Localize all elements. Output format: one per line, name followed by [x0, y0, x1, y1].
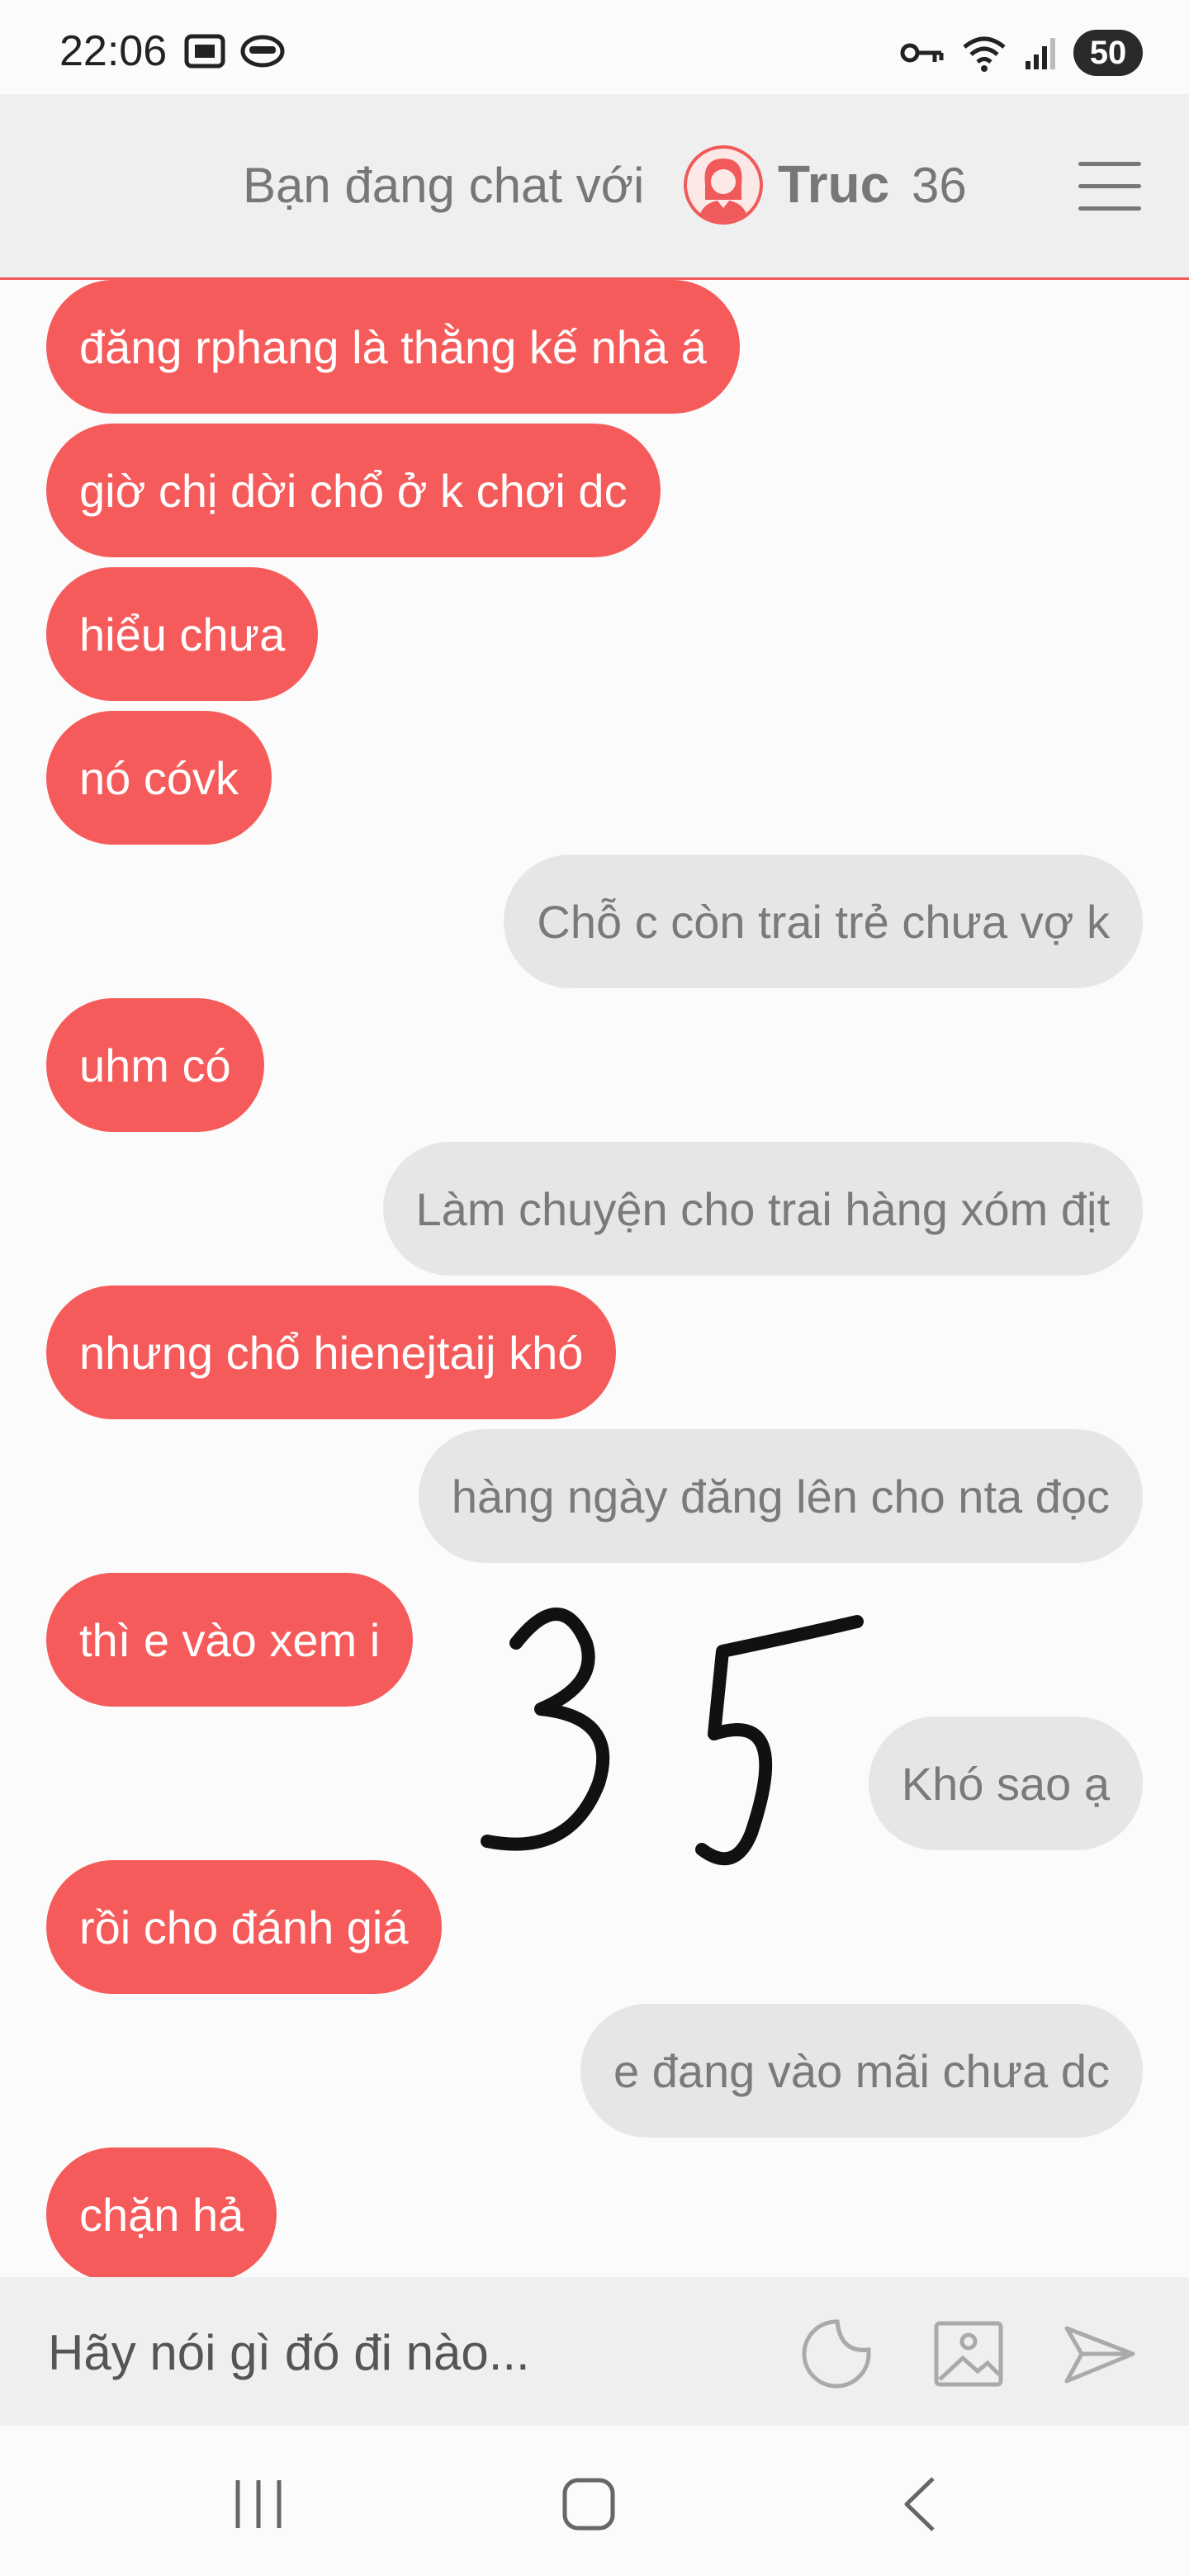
handwritten-scribble — [481, 1608, 864, 1866]
system-nav-bar — [0, 2426, 1189, 2576]
contact-count: 36 — [912, 158, 967, 213]
chat-header: Bạn đang chat với Truc 36 — [0, 94, 1189, 280]
user-avatar-icon — [699, 159, 748, 221]
battery-badge: 50 — [1073, 30, 1143, 76]
message-bubble-incoming[interactable]: rồi cho đánh giá — [46, 1860, 442, 1994]
status-icons-right: 50 — [900, 30, 1143, 76]
status-icons-left — [183, 33, 286, 69]
message-bubble-incoming[interactable]: uhm có — [46, 998, 264, 1132]
message-bubble-incoming[interactable]: nhưng chổ hienejtaij khó — [46, 1286, 617, 1419]
message-bubble-outgoing[interactable]: Làm chuyện cho trai hàng xóm địt — [382, 1142, 1143, 1276]
message-bubble-incoming[interactable]: chặn hả — [46, 2147, 277, 2278]
message-bubble-outgoing[interactable]: Khó sao ạ — [868, 1717, 1143, 1850]
status-time: 22:06 — [59, 27, 168, 75]
input-bar — [0, 2277, 1189, 2426]
message-bubble-outgoing[interactable]: hàng ngày đăng lên cho nta đọc — [418, 1429, 1143, 1563]
message-bubble-incoming[interactable]: đăng rphang là thằng kế nhà á — [46, 280, 740, 414]
image-icon[interactable] — [931, 2317, 1006, 2391]
message-bubble-incoming[interactable]: thì e vào xem i — [46, 1573, 414, 1707]
vpn-key-icon — [900, 43, 944, 63]
message-bubble-incoming[interactable]: giờ chị dời chổ ở k chơi dc — [46, 424, 661, 557]
back-icon[interactable] — [883, 2474, 958, 2535]
message-bubble-incoming[interactable]: hiểu chưa — [46, 567, 319, 701]
home-icon[interactable] — [552, 2474, 626, 2535]
recent-apps-icon[interactable] — [221, 2474, 296, 2535]
avatar[interactable] — [684, 145, 763, 225]
header-prefix: Bạn đang chat với — [243, 158, 645, 213]
screenshot-icon — [184, 34, 225, 69]
message-bubble-outgoing[interactable]: Chỗ c còn trai trẻ chưa vợ k — [504, 855, 1143, 988]
wifi-icon — [963, 36, 1006, 72]
sticker-icon[interactable] — [799, 2317, 874, 2391]
message-list[interactable]: đăng rphang là thằng kế nhà á giờ chị dờ… — [0, 280, 1189, 2278]
menu-icon[interactable] — [1078, 162, 1141, 211]
signal-icon — [1026, 38, 1055, 69]
message-bubble-incoming[interactable]: nó cóvk — [46, 711, 272, 845]
send-icon[interactable] — [1062, 2317, 1136, 2391]
status-bar: 22:06 50 — [0, 0, 1189, 94]
chat-app-icon — [240, 35, 285, 68]
message-bubble-outgoing[interactable]: e đang vào mãi chưa dc — [580, 2004, 1143, 2138]
contact-name[interactable]: Truc — [778, 154, 889, 215]
message-input[interactable] — [46, 2310, 760, 2394]
